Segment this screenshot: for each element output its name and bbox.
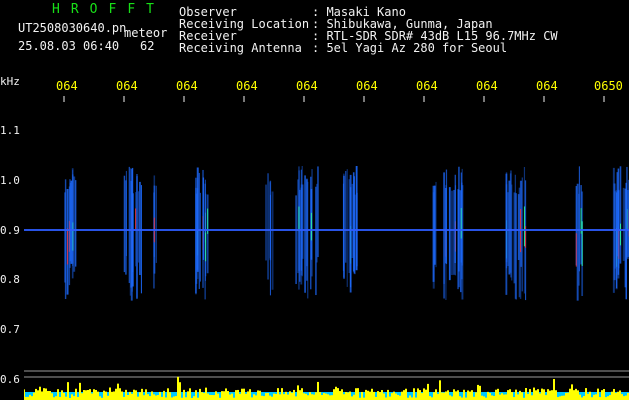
spectrogram-canvas bbox=[24, 96, 629, 400]
x-tick-label: 064 bbox=[296, 79, 318, 93]
y-tick-label: 0.9 bbox=[0, 224, 20, 237]
y-axis-unit: kHz bbox=[0, 75, 20, 88]
y-tick-label: 0.7 bbox=[0, 323, 20, 336]
x-tick-label: 0650 bbox=[594, 79, 623, 93]
y-tick-label: 1.1 bbox=[0, 124, 20, 137]
meteor-label: meteor bbox=[124, 26, 168, 40]
title-letter: H bbox=[52, 2, 71, 17]
timestamp: 25.08.03 06:40 bbox=[18, 39, 120, 53]
y-tick-label: 0.6 bbox=[0, 373, 20, 386]
title-letter: O bbox=[89, 2, 109, 17]
x-tick-label: 064 bbox=[116, 79, 138, 93]
spectrogram-plot bbox=[24, 96, 629, 400]
title-letter: F bbox=[127, 2, 147, 17]
x-tick-label: 064 bbox=[356, 79, 378, 93]
y-tick-label: 0.8 bbox=[0, 273, 20, 286]
file-name: UT2508030640.pn bbox=[18, 21, 127, 35]
x-tick-label: 064 bbox=[176, 79, 198, 93]
x-tick-label: 064 bbox=[476, 79, 498, 93]
y-tick-label: 1.0 bbox=[0, 174, 20, 187]
x-tick-label: 064 bbox=[56, 79, 78, 93]
x-tick-label: 064 bbox=[236, 79, 258, 93]
title-letter: F bbox=[108, 2, 128, 17]
meteor-count: 62 bbox=[140, 39, 155, 53]
antenna-label: Receiving Antenna bbox=[179, 41, 302, 55]
title-letter: T bbox=[146, 2, 165, 17]
x-tick-label: 064 bbox=[536, 79, 558, 93]
spectrogram-window: HROFFT UT2508030640.pn meteor 25.08.03 0… bbox=[0, 0, 629, 400]
antenna-value: : 5el Yagi Az 280 for Seoul bbox=[312, 41, 508, 55]
x-tick-label: 064 bbox=[416, 79, 438, 93]
app-title: HROFFT bbox=[52, 3, 165, 16]
title-letter: R bbox=[70, 2, 90, 17]
